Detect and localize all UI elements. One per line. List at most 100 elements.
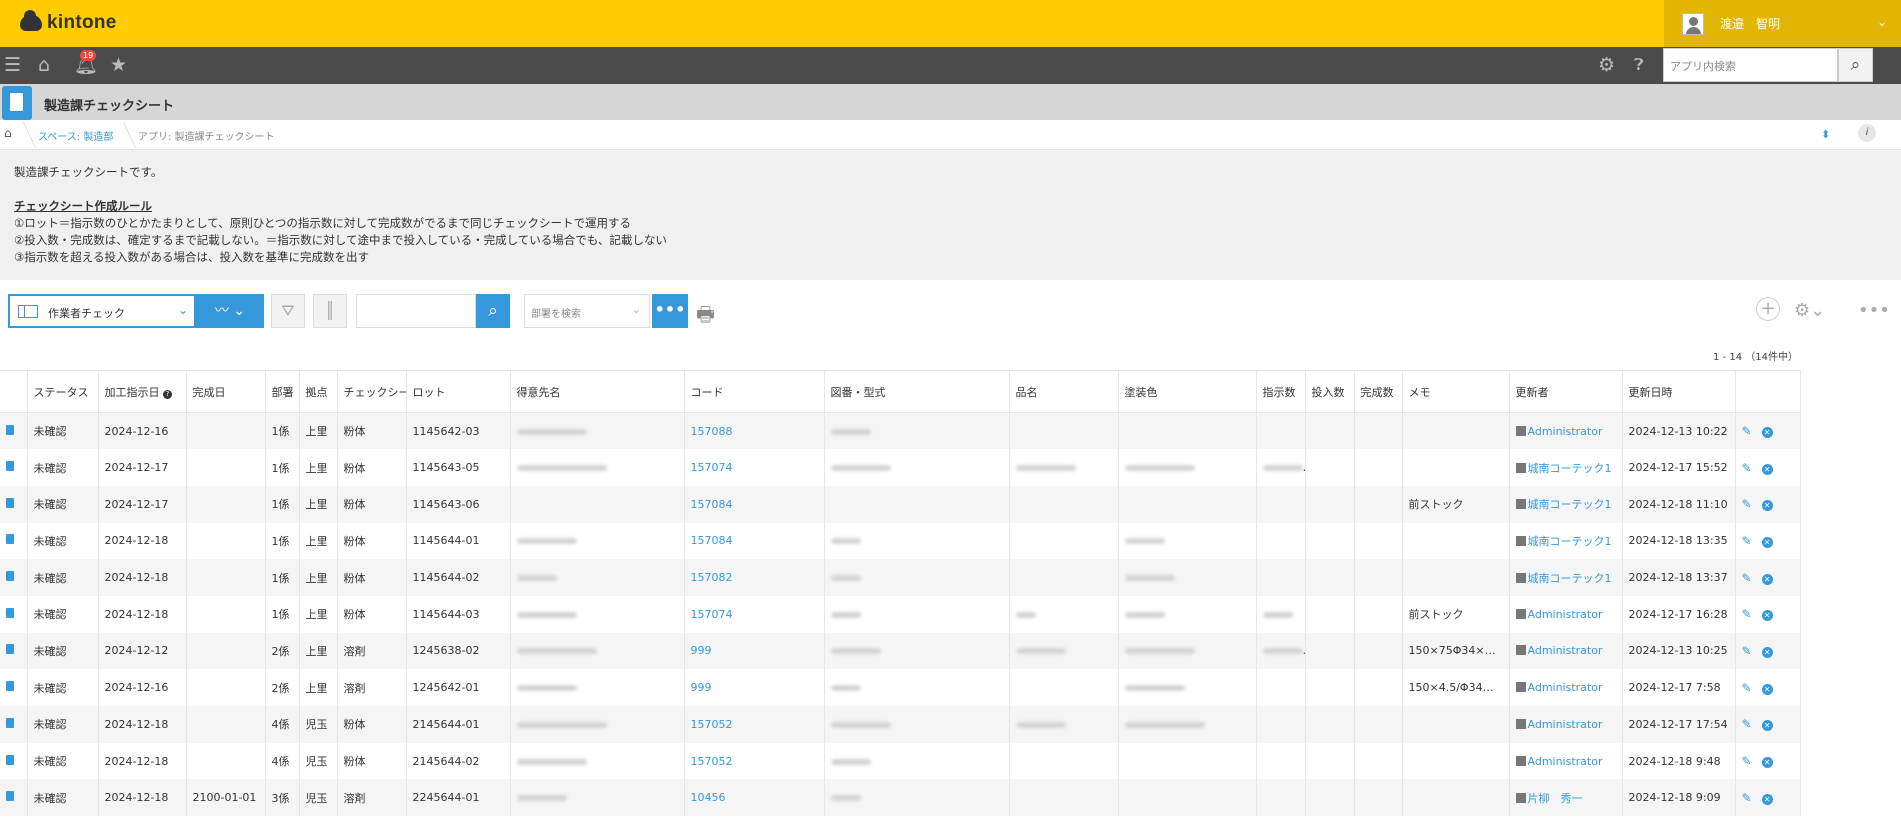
code-cell[interactable]: 157074	[684, 449, 825, 486]
breadcrumb-home-icon[interactable]: ⌂	[4, 126, 12, 140]
updater-name[interactable]: Administrator	[1528, 755, 1603, 768]
header-cell[interactable]: 図番・型式	[824, 370, 1010, 413]
updater-name[interactable]: 城南コーテック1	[1528, 498, 1612, 511]
code-cell[interactable]: 999	[684, 632, 825, 670]
header-cell[interactable]: 品名	[1009, 370, 1119, 413]
search-icon[interactable]: ⌕	[1838, 48, 1873, 82]
header-cell[interactable]: 加工指示日 ?	[98, 370, 187, 413]
edit-icon[interactable]: ✎	[1742, 534, 1752, 548]
table-row[interactable]: 未確認 2024-12-17 1係 上里 粉体 1145643-05 157074 城南コーテ…	[0, 449, 1801, 486]
table-row[interactable]: 未確認 2024-12-18 4係 児玉 粉体 2145644-01 157052 Admin…	[0, 706, 1801, 743]
table-row[interactable]: 未確認 2024-12-16 2係 上里 溶剤 1245642-01 999 150×4.5/…	[0, 669, 1801, 706]
header-cell[interactable]: 完成日	[186, 370, 266, 413]
header-cell[interactable]: チェックシート	[337, 370, 407, 413]
view-select[interactable]: 作業者チェック ⌄	[8, 294, 196, 328]
menu-icon[interactable]: ☰	[4, 55, 21, 75]
document-icon[interactable]	[6, 534, 14, 545]
delete-icon[interactable]: ✕	[1761, 500, 1773, 512]
header-cell[interactable]: 更新者	[1509, 370, 1623, 413]
graph-button[interactable]: 〰 ⌄	[196, 294, 264, 328]
delete-icon[interactable]: ✕	[1761, 793, 1773, 805]
record-detail-cell[interactable]	[0, 412, 28, 450]
updater-cell[interactable]: 城南コーテック1	[1509, 449, 1623, 486]
table-row[interactable]: 未確認 2024-12-18 1係 上里 粉体 1145644-01 157084 城南コーテ…	[0, 522, 1801, 560]
document-icon[interactable]	[6, 754, 14, 765]
edit-icon[interactable]: ✎	[1742, 424, 1752, 438]
edit-icon[interactable]: ✎	[1742, 791, 1752, 805]
edit-icon[interactable]: ✎	[1742, 497, 1752, 511]
edit-icon[interactable]: ✎	[1742, 717, 1752, 731]
edit-icon[interactable]: ✎	[1742, 681, 1752, 695]
table-row[interactable]: 未確認 2024-12-12 2係 上里 溶剤 1245638-02 999 150×75Φ3…	[0, 632, 1801, 670]
updater-name[interactable]: Administrator	[1528, 718, 1603, 731]
record-detail-cell[interactable]	[0, 559, 28, 596]
header-cell[interactable]: メモ	[1402, 370, 1510, 413]
updater-cell[interactable]: Administrator	[1509, 706, 1623, 743]
table-row[interactable]: 未確認 2024-12-17 1係 上里 粉体 1145643-06 157084 前ストック…	[0, 485, 1801, 523]
document-icon[interactable]	[6, 607, 14, 618]
code-cell[interactable]: 157082	[684, 559, 825, 596]
updater-cell[interactable]: Administrator	[1509, 595, 1623, 633]
document-icon[interactable]	[6, 461, 14, 472]
updater-cell[interactable]: 城南コーテック1	[1509, 485, 1623, 523]
delete-icon[interactable]: ✕	[1761, 757, 1773, 769]
record-detail-cell[interactable]	[0, 449, 28, 486]
help-icon[interactable]: ?	[163, 389, 172, 399]
record-detail-cell[interactable]	[0, 485, 28, 523]
add-record-icon[interactable]: +	[1756, 297, 1780, 321]
header-cell[interactable]: 拠点	[299, 370, 338, 413]
updater-name[interactable]: 城南コーテック1	[1528, 535, 1612, 548]
updater-name[interactable]: Administrator	[1528, 644, 1603, 657]
updater-cell[interactable]: Administrator	[1509, 742, 1623, 780]
updater-cell[interactable]: 城南コーテック1	[1509, 559, 1623, 596]
document-icon[interactable]	[6, 681, 14, 692]
edit-icon[interactable]: ✎	[1742, 571, 1752, 585]
more-icon[interactable]: •••	[1858, 300, 1890, 321]
updater-cell[interactable]: Administrator	[1509, 412, 1623, 450]
print-icon[interactable]: 🖶︎	[696, 300, 715, 334]
header-cell[interactable]: 塗装色	[1118, 370, 1257, 413]
gear-icon[interactable]: ⚙⌄	[1794, 300, 1825, 321]
edit-icon[interactable]: ✎	[1742, 607, 1752, 621]
home-icon[interactable]: ⌂	[38, 55, 50, 75]
delete-icon[interactable]: ✕	[1761, 610, 1773, 622]
document-icon[interactable]	[6, 497, 14, 508]
header-cell[interactable]: 投入数	[1305, 370, 1355, 413]
header-cell[interactable]: 得意先名	[510, 370, 685, 413]
edit-icon[interactable]: ✎	[1742, 644, 1752, 658]
document-icon[interactable]	[6, 571, 14, 582]
code-cell[interactable]: 157052	[684, 706, 825, 743]
delete-icon[interactable]: ✕	[1761, 646, 1773, 658]
app-search-input[interactable]: アプリ内検索	[1663, 48, 1838, 82]
updater-name[interactable]: 城南コーテック1	[1528, 462, 1612, 475]
more-options-button[interactable]: •••	[652, 294, 688, 328]
edit-icon[interactable]: ✎	[1742, 754, 1752, 768]
table-row[interactable]: 未確認 2024-12-18 1係 上里 粉体 1145644-02 157082 城南コーテ…	[0, 559, 1801, 596]
table-row[interactable]: 未確認 2024-12-18 4係 児玉 粉体 2145644-02 157052 Admin…	[0, 742, 1801, 780]
header-cell[interactable]: 更新日時	[1622, 370, 1736, 413]
document-icon[interactable]	[6, 717, 14, 728]
updater-name[interactable]: Administrator	[1528, 425, 1603, 438]
help-icon[interactable]: ❓︎	[1634, 55, 1644, 75]
gear-icon[interactable]: ⚙	[1598, 55, 1615, 75]
header-cell[interactable]: 指示数	[1256, 370, 1306, 413]
updater-cell[interactable]: 片柳 秀一	[1509, 779, 1623, 817]
code-cell[interactable]: 157074	[684, 595, 825, 633]
table-row[interactable]: 未確認 2024-12-18 2100-01-01 3係 児玉 溶剤 2245644-01 1…	[0, 779, 1801, 817]
keyword-search-input[interactable]	[356, 294, 476, 328]
code-cell[interactable]: 999	[684, 669, 825, 706]
table-row[interactable]: 未確認 2024-12-18 1係 上里 粉体 1145644-03 157074 前ストック…	[0, 595, 1801, 633]
updater-cell[interactable]: Administrator	[1509, 632, 1623, 670]
code-cell[interactable]: 157052	[684, 742, 825, 780]
record-detail-cell[interactable]	[0, 742, 28, 780]
code-cell[interactable]: 157084	[684, 522, 825, 560]
delete-icon[interactable]: ✕	[1761, 573, 1773, 585]
department-search-select[interactable]: 部署を検索 ⌄	[524, 294, 650, 328]
info-icon[interactable]: i	[1858, 124, 1876, 142]
record-detail-cell[interactable]	[0, 779, 28, 817]
updater-cell[interactable]: Administrator	[1509, 669, 1623, 706]
delete-icon[interactable]: ✕	[1761, 683, 1773, 695]
record-detail-cell[interactable]	[0, 632, 28, 670]
updater-cell[interactable]: 城南コーテック1	[1509, 522, 1623, 560]
code-cell[interactable]: 157084	[684, 485, 825, 523]
